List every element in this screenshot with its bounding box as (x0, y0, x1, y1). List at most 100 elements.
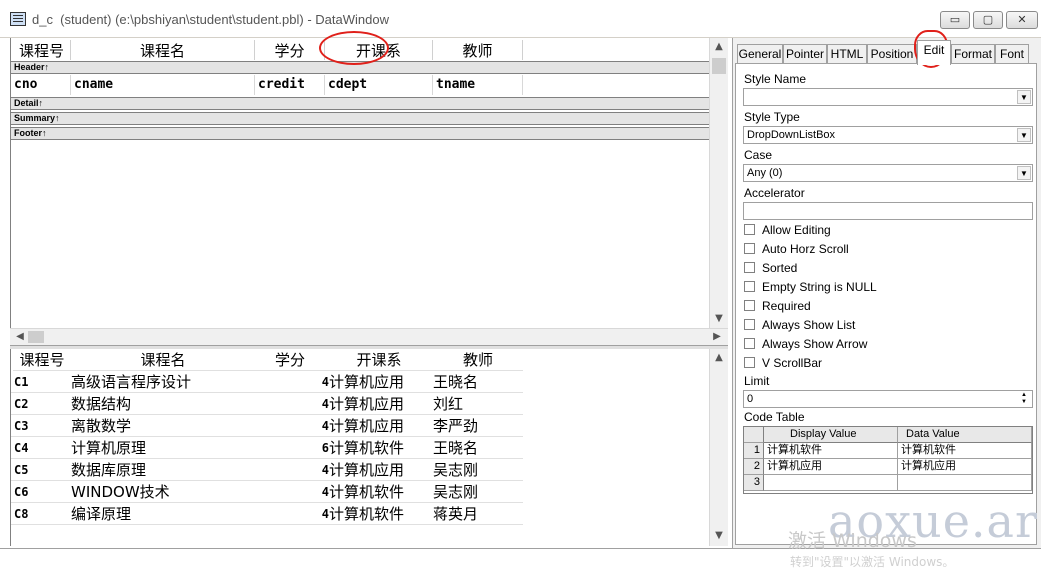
checkbox-icon[interactable] (744, 224, 755, 235)
checkbox-icon[interactable] (744, 262, 755, 273)
field-cdept[interactable]: cdept (325, 75, 433, 95)
design-vertical-scrollbar[interactable]: ▲ ▼ (709, 38, 728, 328)
cell-cno[interactable]: C6 (11, 481, 71, 503)
cell-tname[interactable]: 吴志刚 (433, 481, 523, 503)
cell-cdept[interactable]: 计算机软件 (329, 437, 433, 459)
empty-string-null-checkbox[interactable]: Empty String is NULL (744, 280, 877, 296)
cell-cdept[interactable]: 计算机软件 (329, 481, 433, 503)
cell-cdept[interactable]: 计算机应用 (329, 415, 433, 437)
cell-cname[interactable]: 编译原理 (71, 503, 255, 525)
dropdown-arrow-icon[interactable]: ▼ (1017, 166, 1031, 180)
design-header-cno[interactable]: 课程号 (13, 40, 71, 60)
cell-tname[interactable]: 王晓名 (433, 371, 523, 393)
preview-vertical-scrollbar[interactable]: ▲ ▼ (709, 349, 728, 546)
cell-cdept[interactable]: 计算机软件 (329, 503, 433, 525)
cell-cname[interactable]: WINDOW技术 (71, 481, 255, 503)
required-checkbox[interactable]: Required (744, 299, 811, 315)
band-detail[interactable]: Detail↑ (11, 97, 709, 110)
always-show-arrow-checkbox[interactable]: Always Show Arrow (744, 337, 867, 353)
cell-tname[interactable]: 李严劲 (433, 415, 523, 437)
tab-edit[interactable]: Edit (917, 40, 951, 65)
scroll-down-arrow-icon[interactable]: ▼ (711, 312, 727, 326)
design-header-cname[interactable]: 课程名 (71, 40, 255, 60)
scroll-up-arrow-icon[interactable]: ▲ (711, 351, 727, 365)
scroll-left-arrow-icon[interactable]: ◀ (12, 330, 28, 344)
cell-cname[interactable]: 数据库原理 (71, 459, 255, 481)
cell-cno[interactable]: C4 (11, 437, 71, 459)
style-type-dropdown[interactable]: DropDownListBox ▼ (743, 126, 1033, 144)
design-vscroll-thumb[interactable] (712, 58, 726, 74)
close-button[interactable]: ✕ (1006, 11, 1038, 29)
table-row[interactable]: C8 编译原理 4 计算机软件 蒋英月 (11, 503, 523, 525)
cell-cname[interactable]: 计算机原理 (71, 437, 255, 459)
design-header-credit[interactable]: 学分 (255, 40, 325, 60)
checkbox-icon[interactable] (744, 281, 755, 292)
limit-spinner[interactable]: 0 ▲ ▼ (743, 390, 1033, 408)
cell-credit[interactable]: 6 (255, 437, 329, 459)
field-cno[interactable]: cno (11, 75, 71, 95)
field-tname[interactable]: tname (433, 75, 523, 95)
checkbox-icon[interactable] (744, 243, 755, 254)
auto-horz-scroll-checkbox[interactable]: Auto Horz Scroll (744, 242, 849, 258)
preview-pane[interactable]: 课程号 课程名 学分 开课系 教师 C1 高级语言程序设计 4 计算机应用 王晓… (10, 349, 709, 546)
minimize-button[interactable]: ▭ (940, 11, 970, 29)
dropdown-arrow-icon[interactable]: ▼ (1017, 90, 1031, 104)
cell-tname[interactable]: 蒋英月 (433, 503, 523, 525)
scroll-up-arrow-icon[interactable]: ▲ (711, 40, 727, 54)
cell-cno[interactable]: C5 (11, 459, 71, 481)
v-scrollbar-checkbox[interactable]: V ScrollBar (744, 356, 822, 372)
cell-credit[interactable]: 4 (255, 371, 329, 393)
tab-format[interactable]: Format (951, 44, 995, 64)
tab-html[interactable]: HTML (827, 44, 867, 64)
checkbox-icon[interactable] (744, 338, 755, 349)
band-summary[interactable]: Summary↑ (11, 112, 709, 125)
checkbox-icon[interactable] (744, 319, 755, 330)
cell-cname[interactable]: 高级语言程序设计 (71, 371, 255, 393)
band-footer[interactable]: Footer↑ (11, 127, 709, 140)
cell-cdept[interactable]: 计算机应用 (329, 371, 433, 393)
field-cname[interactable]: cname (71, 75, 255, 95)
code-table-data-cell[interactable]: 计算机软件 (898, 443, 1032, 459)
scroll-down-arrow-icon[interactable]: ▼ (711, 529, 727, 543)
cell-tname[interactable]: 吴志刚 (433, 459, 523, 481)
cell-cdept[interactable]: 计算机应用 (329, 393, 433, 415)
cell-cname[interactable]: 离散数学 (71, 415, 255, 437)
code-table-display-cell[interactable] (764, 475, 898, 491)
sorted-checkbox[interactable]: Sorted (744, 261, 797, 277)
cell-credit[interactable]: 4 (255, 393, 329, 415)
code-table-display-cell[interactable]: 计算机应用 (764, 459, 898, 475)
cell-credit[interactable]: 4 (255, 459, 329, 481)
cell-cdept[interactable]: 计算机应用 (329, 459, 433, 481)
cell-cno[interactable]: C2 (11, 393, 71, 415)
table-row[interactable]: C4 计算机原理 6 计算机软件 王晓名 (11, 437, 523, 459)
code-table[interactable]: Display Value Data Value 1 计算机软件 计算机软件 2… (743, 426, 1033, 494)
tab-position[interactable]: Position (867, 44, 917, 64)
cell-cno[interactable]: C1 (11, 371, 71, 393)
tab-font[interactable]: Font (995, 44, 1029, 64)
design-pane[interactable]: 课程号 课程名 学分 开课系 教师 Header↑ cno cname cred… (10, 38, 709, 343)
cell-tname[interactable]: 刘红 (433, 393, 523, 415)
table-row[interactable]: C2 数据结构 4 计算机应用 刘红 (11, 393, 523, 415)
cell-credit[interactable]: 4 (255, 503, 329, 525)
code-table-data-cell[interactable] (898, 475, 1032, 491)
design-header-tname[interactable]: 教师 (433, 40, 523, 60)
table-row[interactable]: C5 数据库原理 4 计算机应用 吴志刚 (11, 459, 523, 481)
cell-credit[interactable]: 4 (255, 481, 329, 503)
always-show-list-checkbox[interactable]: Always Show List (744, 318, 855, 334)
cell-cno[interactable]: C8 (11, 503, 71, 525)
table-row[interactable]: C6 WINDOW技术 4 计算机软件 吴志刚 (11, 481, 523, 503)
cell-cno[interactable]: C3 (11, 415, 71, 437)
maximize-button[interactable]: ▢ (973, 11, 1003, 29)
code-table-data-cell[interactable]: 计算机应用 (898, 459, 1032, 475)
case-dropdown[interactable]: Any (0) ▼ (743, 164, 1033, 182)
table-row[interactable]: C1 高级语言程序设计 4 计算机应用 王晓名 (11, 371, 523, 393)
accelerator-input[interactable] (743, 202, 1033, 220)
cell-credit[interactable]: 4 (255, 415, 329, 437)
dropdown-arrow-icon[interactable]: ▼ (1017, 128, 1031, 142)
spinner-arrows-icon[interactable]: ▲ ▼ (1017, 392, 1031, 406)
tab-pointer[interactable]: Pointer (783, 44, 827, 64)
field-credit[interactable]: credit (255, 75, 325, 95)
code-table-display-cell[interactable]: 计算机软件 (764, 443, 898, 459)
allow-editing-checkbox[interactable]: Allow Editing (744, 223, 831, 239)
table-row[interactable]: C3 离散数学 4 计算机应用 李严劲 (11, 415, 523, 437)
